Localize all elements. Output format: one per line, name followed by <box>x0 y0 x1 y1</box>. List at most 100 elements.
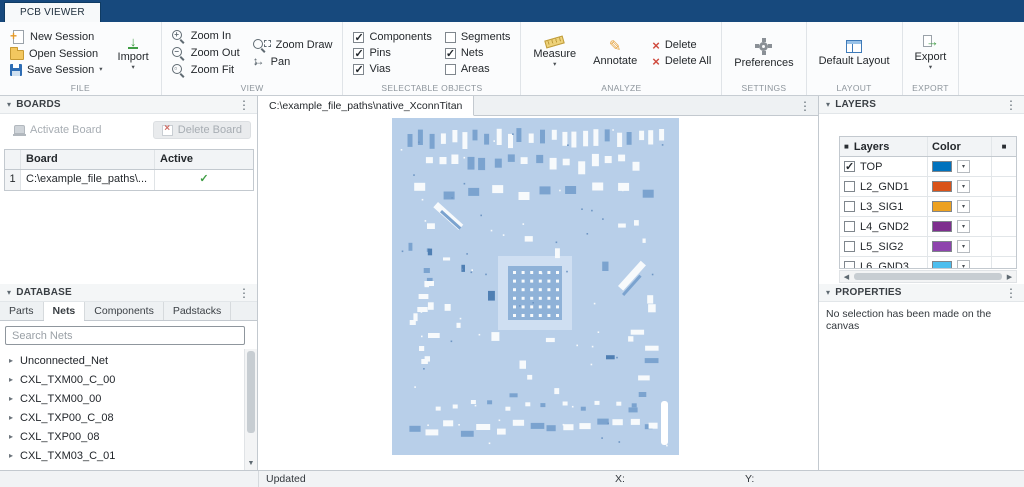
toolstrip: + New Session Open Session Save Session … <box>0 22 1024 96</box>
tab-parts[interactable]: Parts <box>0 302 44 320</box>
tab-components[interactable]: Components <box>85 302 164 320</box>
layer-color-dropdown[interactable]: ▾ <box>957 220 970 233</box>
delete-all-button[interactable]: × Delete All <box>649 54 714 68</box>
collapse-chevron-icon[interactable]: ▾ <box>7 100 11 109</box>
layer-visible-checkbox[interactable] <box>844 201 855 212</box>
scrollbar-thumb[interactable] <box>247 351 255 433</box>
expand-arrow-icon[interactable]: ▸ <box>9 432 13 441</box>
layers-menu-icon[interactable]: ⋮ <box>1005 98 1017 112</box>
pan-icon: ↔↕ <box>253 56 266 68</box>
properties-menu-icon[interactable]: ⋮ <box>1005 286 1017 300</box>
layer-visible-checkbox[interactable] <box>844 221 855 232</box>
nets-list-scrollbar[interactable]: ▼ <box>244 349 257 470</box>
layer-row-l4-gnd2[interactable]: L4_GND2 ▾ <box>840 217 1016 237</box>
net-list-item[interactable]: ▸ Unconnected_Net <box>0 351 244 370</box>
preferences-button[interactable]: Preferences <box>729 36 798 71</box>
annotate-button[interactable]: ✎ Annotate <box>588 38 642 69</box>
activate-board-button[interactable]: Activate Board <box>6 122 110 138</box>
zoom-in-icon: + <box>172 30 186 43</box>
layer-row-l2-gnd1[interactable]: L2_GND1 ▾ <box>840 177 1016 197</box>
expand-arrow-icon[interactable]: ▸ <box>9 394 13 403</box>
segments-checkbox[interactable] <box>445 32 456 43</box>
import-button[interactable]: ↓ Import ▾ <box>113 34 154 73</box>
database-menu-icon[interactable]: ⋮ <box>238 286 250 300</box>
layer-name: TOP <box>860 161 882 173</box>
layer-color-dropdown[interactable]: ▾ <box>957 160 970 173</box>
pcb-board-image[interactable] <box>392 118 679 455</box>
net-list-item[interactable]: ▸ CXL_TXP00_C_08 <box>0 408 244 427</box>
zoom-fit-button[interactable]: ▫ Zoom Fit <box>169 63 243 78</box>
pins-checkbox-item[interactable]: Pins <box>350 46 434 60</box>
layer-row-l6-gnd3[interactable]: L6_GND3 ▾ <box>840 257 1016 269</box>
delete-button[interactable]: × Delete <box>649 38 714 52</box>
zoom-draw-button[interactable]: Zoom Draw <box>250 38 336 53</box>
expand-arrow-icon[interactable]: ▸ <box>9 375 13 384</box>
expand-arrow-icon[interactable]: ▸ <box>9 356 13 365</box>
layer-visible-checkbox[interactable] <box>844 161 855 172</box>
layer-color-dropdown[interactable]: ▾ <box>957 260 970 269</box>
delete-label: Delete <box>665 39 697 51</box>
collapse-chevron-icon[interactable]: ▾ <box>826 100 830 109</box>
layer-row-l3-sig1[interactable]: L3_SIG1 ▾ <box>840 197 1016 217</box>
pan-button[interactable]: ↔↕ Pan <box>250 55 336 69</box>
tab-nets[interactable]: Nets <box>44 302 86 320</box>
tab-padstacks[interactable]: Padstacks <box>164 302 231 320</box>
scroll-left-icon[interactable]: ◀ <box>840 271 853 282</box>
default-layout-label: Default Layout <box>819 55 890 67</box>
board-path-cell[interactable]: C:\example_file_paths\... <box>21 170 155 190</box>
net-list-item[interactable]: ▸ CXL_TXM00_00 <box>0 389 244 408</box>
layer-row-l5-sig2[interactable]: L5_SIG2 ▾ <box>840 237 1016 257</box>
zoom-in-button[interactable]: + Zoom In <box>169 29 243 44</box>
layer-color-dropdown[interactable]: ▾ <box>957 200 970 213</box>
scroll-right-icon[interactable]: ▶ <box>1003 271 1016 282</box>
search-nets-input[interactable] <box>5 326 245 345</box>
scrollbar-thumb[interactable] <box>854 273 1002 280</box>
nets-checkbox[interactable] <box>445 48 456 59</box>
areas-checkbox-item[interactable]: Areas <box>442 62 514 76</box>
app-tab-pcb-viewer[interactable]: PCB VIEWER <box>4 2 101 22</box>
expand-arrow-icon[interactable]: ▸ <box>9 413 13 422</box>
layer-color-dropdown[interactable]: ▾ <box>957 180 970 193</box>
open-session-button[interactable]: Open Session <box>7 46 106 61</box>
components-checkbox-item[interactable]: Components <box>350 30 434 44</box>
areas-checkbox[interactable] <box>445 64 456 75</box>
collapse-chevron-icon[interactable]: ▾ <box>826 288 830 297</box>
export-button[interactable]: → Export ▾ <box>910 33 952 73</box>
pcb-canvas[interactable] <box>258 116 818 470</box>
layers-horizontal-scrollbar[interactable]: ◀ ▶ <box>839 270 1017 283</box>
expand-arrow-icon[interactable]: ▸ <box>9 451 13 460</box>
document-tab[interactable]: C:\example_file_paths\native_XconnTitan <box>258 96 474 116</box>
layer-row-top[interactable]: TOP ▾ <box>840 157 1016 177</box>
vias-checkbox[interactable] <box>353 64 364 75</box>
scroll-down-icon[interactable]: ▼ <box>245 457 257 470</box>
delete-board-button[interactable]: Delete Board <box>153 121 251 139</box>
toolstrip-section-layout: Default Layout LAYOUT <box>807 22 903 95</box>
board-table-row[interactable]: 1 C:\example_file_paths\... ✓ <box>5 170 253 190</box>
zoom-out-button[interactable]: − Zoom Out <box>169 46 243 61</box>
net-list-item[interactable]: ▸ CXL_TXM03_C_01 <box>0 446 244 465</box>
layer-visible-checkbox[interactable] <box>844 241 855 252</box>
row-number-header <box>5 150 21 169</box>
vias-checkbox-item[interactable]: Vias <box>350 62 434 76</box>
measure-label: Measure <box>533 48 576 60</box>
measure-button[interactable]: Measure ▾ <box>528 36 581 70</box>
layer-color-dropdown[interactable]: ▾ <box>957 240 970 253</box>
new-session-button[interactable]: + New Session <box>7 29 106 44</box>
segments-checkbox-item[interactable]: Segments <box>442 30 514 44</box>
pencil-icon: ✎ <box>609 40 622 53</box>
layers-section: ▾ LAYERS ⋮ ■ Layers Color ■ TOP <box>819 96 1024 284</box>
layer-visible-checkbox[interactable] <box>844 261 855 269</box>
default-layout-button[interactable]: Default Layout <box>814 38 895 69</box>
components-checkbox[interactable] <box>353 32 364 43</box>
document-menu-icon[interactable]: ⋮ <box>799 99 818 113</box>
nets-checkbox-item[interactable]: Nets <box>442 46 514 60</box>
collapse-chevron-icon[interactable]: ▾ <box>7 288 11 297</box>
active-check-icon: ✓ <box>155 170 253 190</box>
net-list-item[interactable]: ▸ CXL_TXM00_C_00 <box>0 370 244 389</box>
zoom-out-icon: − <box>172 47 186 60</box>
boards-menu-icon[interactable]: ⋮ <box>238 98 250 112</box>
layer-visible-checkbox[interactable] <box>844 181 855 192</box>
net-list-item[interactable]: ▸ CXL_TXP00_08 <box>0 427 244 446</box>
pins-checkbox[interactable] <box>353 48 364 59</box>
save-session-button[interactable]: Save Session ▾ <box>7 63 106 77</box>
